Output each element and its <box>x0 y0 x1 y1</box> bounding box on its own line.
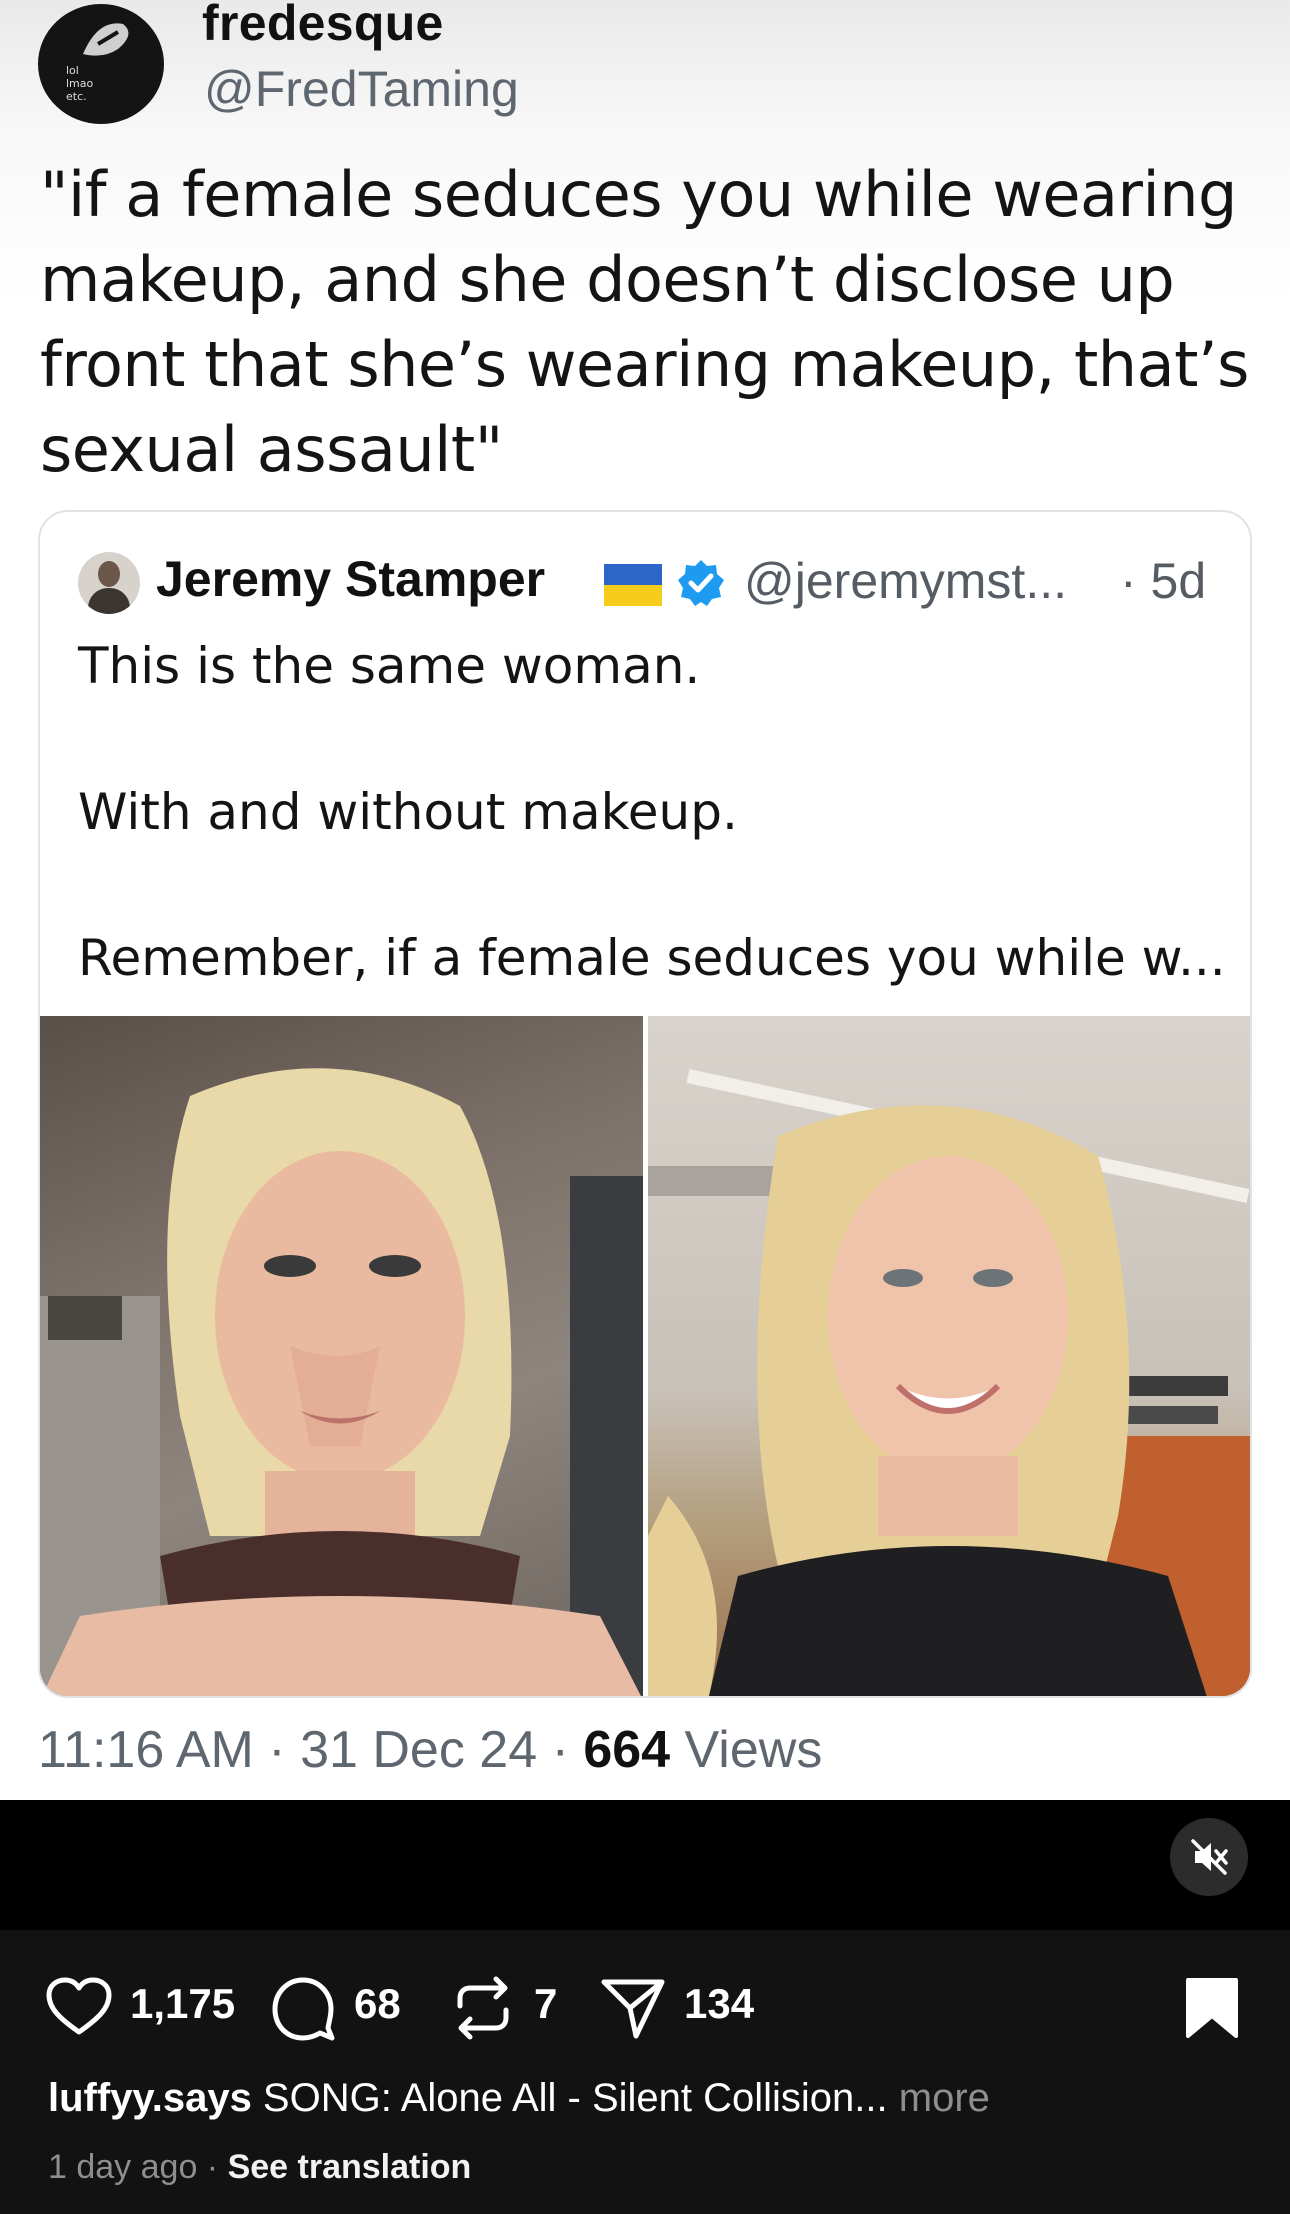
quoted-author-handle[interactable]: @jeremymst... <box>744 552 1067 610</box>
avatar-line: etc. <box>66 90 87 103</box>
tweet-meta: 11:16 AM · 31 Dec 24 · 664 Views <box>38 1720 822 1780</box>
post-footer: 1 day ago · See translation <box>48 2148 471 2187</box>
quoted-author-avatar[interactable] <box>78 552 140 614</box>
bookmark-icon[interactable] <box>1184 1976 1240 2040</box>
tweet-text-line: makeup, and she doesn’t disclose up <box>40 243 1175 316</box>
comment-icon[interactable] <box>270 1976 336 2042</box>
quoted-tweet-text: This is the same woman. With and without… <box>78 630 1228 995</box>
author-display-name[interactable]: fredesque <box>202 0 444 52</box>
quoted-post-time: · 5d <box>1120 553 1207 609</box>
post-caption: luffyy.says SONG: Alone All - Silent Col… <box>48 2076 990 2121</box>
quoted-text-line: This is the same woman. <box>78 637 701 695</box>
avatar-line: lmao <box>66 77 94 90</box>
views-count: 664 <box>583 1721 671 1779</box>
verified-icon <box>678 560 724 606</box>
views-label: Views <box>670 1721 823 1779</box>
comment-count[interactable]: 68 <box>354 1980 401 2028</box>
avatar-art-icon <box>83 23 129 56</box>
post-action-bar: 1,175 68 7 134 luffyy.says SONG: Alone A… <box>0 1930 1290 2214</box>
tweet-text-line: "if a female seduces you while wearing <box>40 158 1237 231</box>
repost-count[interactable]: 7 <box>534 1980 557 2028</box>
tweet-text-line: front that she’s wearing makeup, that’s <box>40 328 1249 401</box>
quoted-text-line: With and without makeup. <box>78 783 738 841</box>
author-handle[interactable]: @FredTaming <box>204 60 519 118</box>
post-time: 11:16 AM <box>38 1721 254 1779</box>
photo-with-makeup[interactable] <box>40 1016 643 1696</box>
post-age: 1 day ago <box>48 2148 198 2186</box>
heart-icon[interactable] <box>44 1976 114 2038</box>
meta-separator: · <box>537 1721 584 1779</box>
caption-more-link[interactable]: more <box>888 2076 990 2120</box>
quoted-text-line: Remember, if a female seduces you while … <box>78 929 1226 987</box>
avatar-line: lol <box>66 64 79 77</box>
avatar-caption: lol lmao etc. <box>66 64 93 103</box>
like-count[interactable]: 1,175 <box>130 1980 235 2028</box>
quoted-tweet-card[interactable]: Jeremy Stamper @jeremymst... · 5d This i… <box>38 510 1252 1698</box>
photo-without-makeup[interactable] <box>648 1016 1250 1696</box>
mute-button[interactable] <box>1170 1818 1248 1896</box>
caption-username[interactable]: luffyy.says <box>48 2076 252 2120</box>
quoted-text-blank <box>78 703 1228 776</box>
meta-separator: · <box>253 1721 301 1779</box>
share-icon[interactable] <box>600 1976 666 2040</box>
tweet-text: "if a female seduces you while wearing m… <box>40 152 1260 492</box>
see-translation-link[interactable]: See translation <box>228 2148 472 2186</box>
mute-icon <box>1191 1839 1228 1875</box>
tweet-screenshot: lol lmao etc. fredesque @FredTaming "if … <box>0 0 1290 1800</box>
share-count[interactable]: 134 <box>684 1980 754 2028</box>
repost-icon[interactable] <box>452 1976 514 2040</box>
caption-text: SONG: Alone All - Silent Collision... <box>251 2076 888 2120</box>
footer-separator: · <box>197 2148 228 2186</box>
quoted-author-name[interactable]: Jeremy Stamper <box>156 550 545 608</box>
ukraine-flag-icon <box>604 564 662 606</box>
tweet-text-line: sexual assault" <box>40 413 503 486</box>
quoted-text-blank <box>78 849 1228 922</box>
author-avatar[interactable]: lol lmao etc. <box>38 4 164 124</box>
quoted-media <box>40 1016 1250 1696</box>
post-date: 31 Dec 24 <box>300 1721 538 1779</box>
